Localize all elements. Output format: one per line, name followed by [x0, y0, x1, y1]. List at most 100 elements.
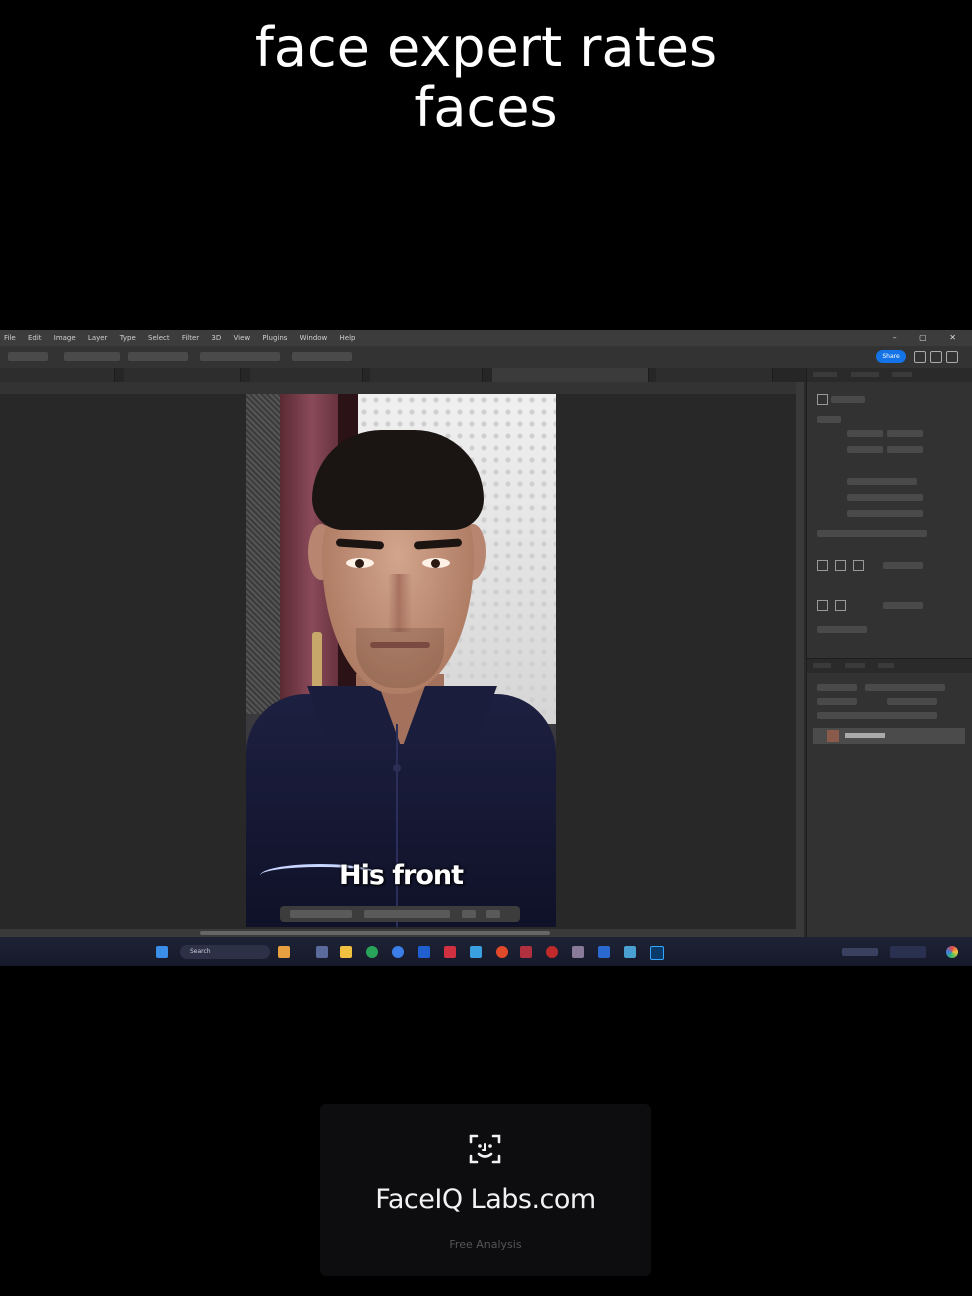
file-explorer-icon[interactable]: [340, 946, 352, 958]
layer-row[interactable]: [813, 728, 965, 744]
menu-item-layer[interactable]: Layer: [88, 334, 108, 342]
resolution-field[interactable]: [847, 478, 917, 485]
app-icon[interactable]: [520, 946, 532, 958]
scrollbar-thumb[interactable]: [200, 931, 550, 935]
document-tab[interactable]: [656, 368, 773, 382]
tab-channels[interactable]: [844, 663, 865, 668]
canvas-option-icon[interactable]: [835, 560, 846, 571]
menu-item-help[interactable]: Help: [340, 334, 356, 342]
menu-item-window[interactable]: Window: [300, 334, 328, 342]
select-subject-button[interactable]: [290, 910, 352, 918]
menu-item-filter[interactable]: Filter: [182, 334, 199, 342]
guides-select[interactable]: [883, 602, 923, 609]
windows-start-icon[interactable]: [156, 946, 168, 958]
layers-tabs: [807, 658, 972, 673]
menu-item-3d[interactable]: 3D: [211, 334, 221, 342]
panel-label: [831, 396, 865, 403]
faceiq-badge: FaceIQ Labs.com Free Analysis: [320, 1104, 651, 1276]
photo-door-handle: [312, 632, 322, 692]
search-icon[interactable]: [914, 351, 926, 363]
title-line-2: faces: [414, 76, 558, 139]
document-tab[interactable]: [250, 368, 363, 382]
properties-panel: [806, 368, 972, 937]
widgets-icon[interactable]: [278, 946, 290, 958]
clock[interactable]: [890, 946, 926, 958]
tab-paths[interactable]: [878, 663, 895, 668]
system-tray-icons[interactable]: [842, 948, 878, 956]
workspace-icon[interactable]: [930, 351, 942, 363]
app-icon[interactable]: [598, 946, 610, 958]
document-tabs: [0, 368, 806, 382]
layer-filter[interactable]: [817, 684, 857, 691]
menu-item-plugins[interactable]: Plugins: [262, 334, 287, 342]
canvas-select[interactable]: [883, 562, 923, 569]
panel-tabs: [807, 368, 972, 382]
document-tab[interactable]: [0, 368, 115, 382]
photo-hair: [312, 430, 484, 530]
canvas-option-icon[interactable]: [817, 560, 828, 571]
app-icon[interactable]: [418, 946, 430, 958]
blend-mode-select[interactable]: [817, 698, 857, 705]
options-bar: Share: [0, 346, 972, 369]
layer-name: [845, 733, 885, 738]
share-button[interactable]: Share: [876, 350, 906, 363]
ctx-more-icon[interactable]: [462, 910, 476, 918]
menu-item-edit[interactable]: Edit: [28, 334, 42, 342]
copilot-icon[interactable]: [946, 946, 958, 958]
app-icon[interactable]: [392, 946, 404, 958]
mode-select[interactable]: [847, 494, 923, 501]
vertical-scrollbar[interactable]: [796, 382, 804, 929]
task-view-icon[interactable]: [316, 946, 328, 958]
y-field[interactable]: [887, 446, 923, 453]
menu-item-view[interactable]: View: [234, 334, 251, 342]
horizontal-scrollbar[interactable]: [0, 929, 804, 937]
width-field[interactable]: [847, 430, 883, 437]
tool-preset[interactable]: [8, 352, 48, 361]
edge-icon[interactable]: [366, 946, 378, 958]
badge-subtitle: Free Analysis: [449, 1238, 522, 1251]
badge-title: FaceIQ Labs.com: [375, 1184, 596, 1215]
document-photo[interactable]: [246, 394, 556, 927]
guides-icon[interactable]: [817, 600, 828, 611]
x-field[interactable]: [847, 446, 883, 453]
contextual-task-bar: [280, 906, 520, 922]
option-chip[interactable]: [64, 352, 120, 361]
app-icon[interactable]: [572, 946, 584, 958]
app-icon[interactable]: [546, 946, 558, 958]
tab-properties[interactable]: [813, 372, 837, 377]
ctx-options-icon[interactable]: [486, 910, 500, 918]
canvas-option-icon[interactable]: [853, 560, 864, 571]
lock-options[interactable]: [817, 712, 937, 719]
photo-mouth: [370, 642, 430, 648]
menu-item-select[interactable]: Select: [148, 334, 170, 342]
height-field[interactable]: [887, 430, 923, 437]
panel-toggle-icon[interactable]: [946, 351, 958, 363]
window-controls[interactable]: – ▢ ✕: [893, 333, 966, 342]
tab-adjustments[interactable]: [850, 372, 879, 377]
layer-filter-icons[interactable]: [865, 684, 945, 691]
document-tab[interactable]: [370, 368, 483, 382]
option-chip[interactable]: [292, 352, 352, 361]
opacity-field[interactable]: [887, 698, 937, 705]
photoshop-app-icon[interactable]: [650, 946, 664, 960]
menu-item-image[interactable]: Image: [54, 334, 76, 342]
document-tab-active[interactable]: [492, 368, 649, 382]
remove-background-button[interactable]: [364, 910, 450, 918]
menu-item-file[interactable]: File: [4, 334, 16, 342]
tab-layers[interactable]: [813, 663, 831, 668]
option-chip[interactable]: [200, 352, 280, 361]
photo-eye: [346, 558, 374, 568]
option-chip[interactable]: [128, 352, 188, 361]
photo-shirt-placket: [396, 724, 398, 927]
app-icon[interactable]: [444, 946, 456, 958]
tab-libraries[interactable]: [892, 372, 913, 377]
menu-item-type[interactable]: Type: [120, 334, 136, 342]
chrome-icon[interactable]: [496, 946, 508, 958]
settings-icon[interactable]: [624, 946, 636, 958]
app-icon[interactable]: [470, 946, 482, 958]
grid-icon[interactable]: [835, 600, 846, 611]
document-tab[interactable]: [124, 368, 241, 382]
quick-actions-label[interactable]: [817, 626, 867, 633]
fill-select[interactable]: [847, 510, 923, 517]
taskbar-search[interactable]: Search: [180, 945, 270, 959]
